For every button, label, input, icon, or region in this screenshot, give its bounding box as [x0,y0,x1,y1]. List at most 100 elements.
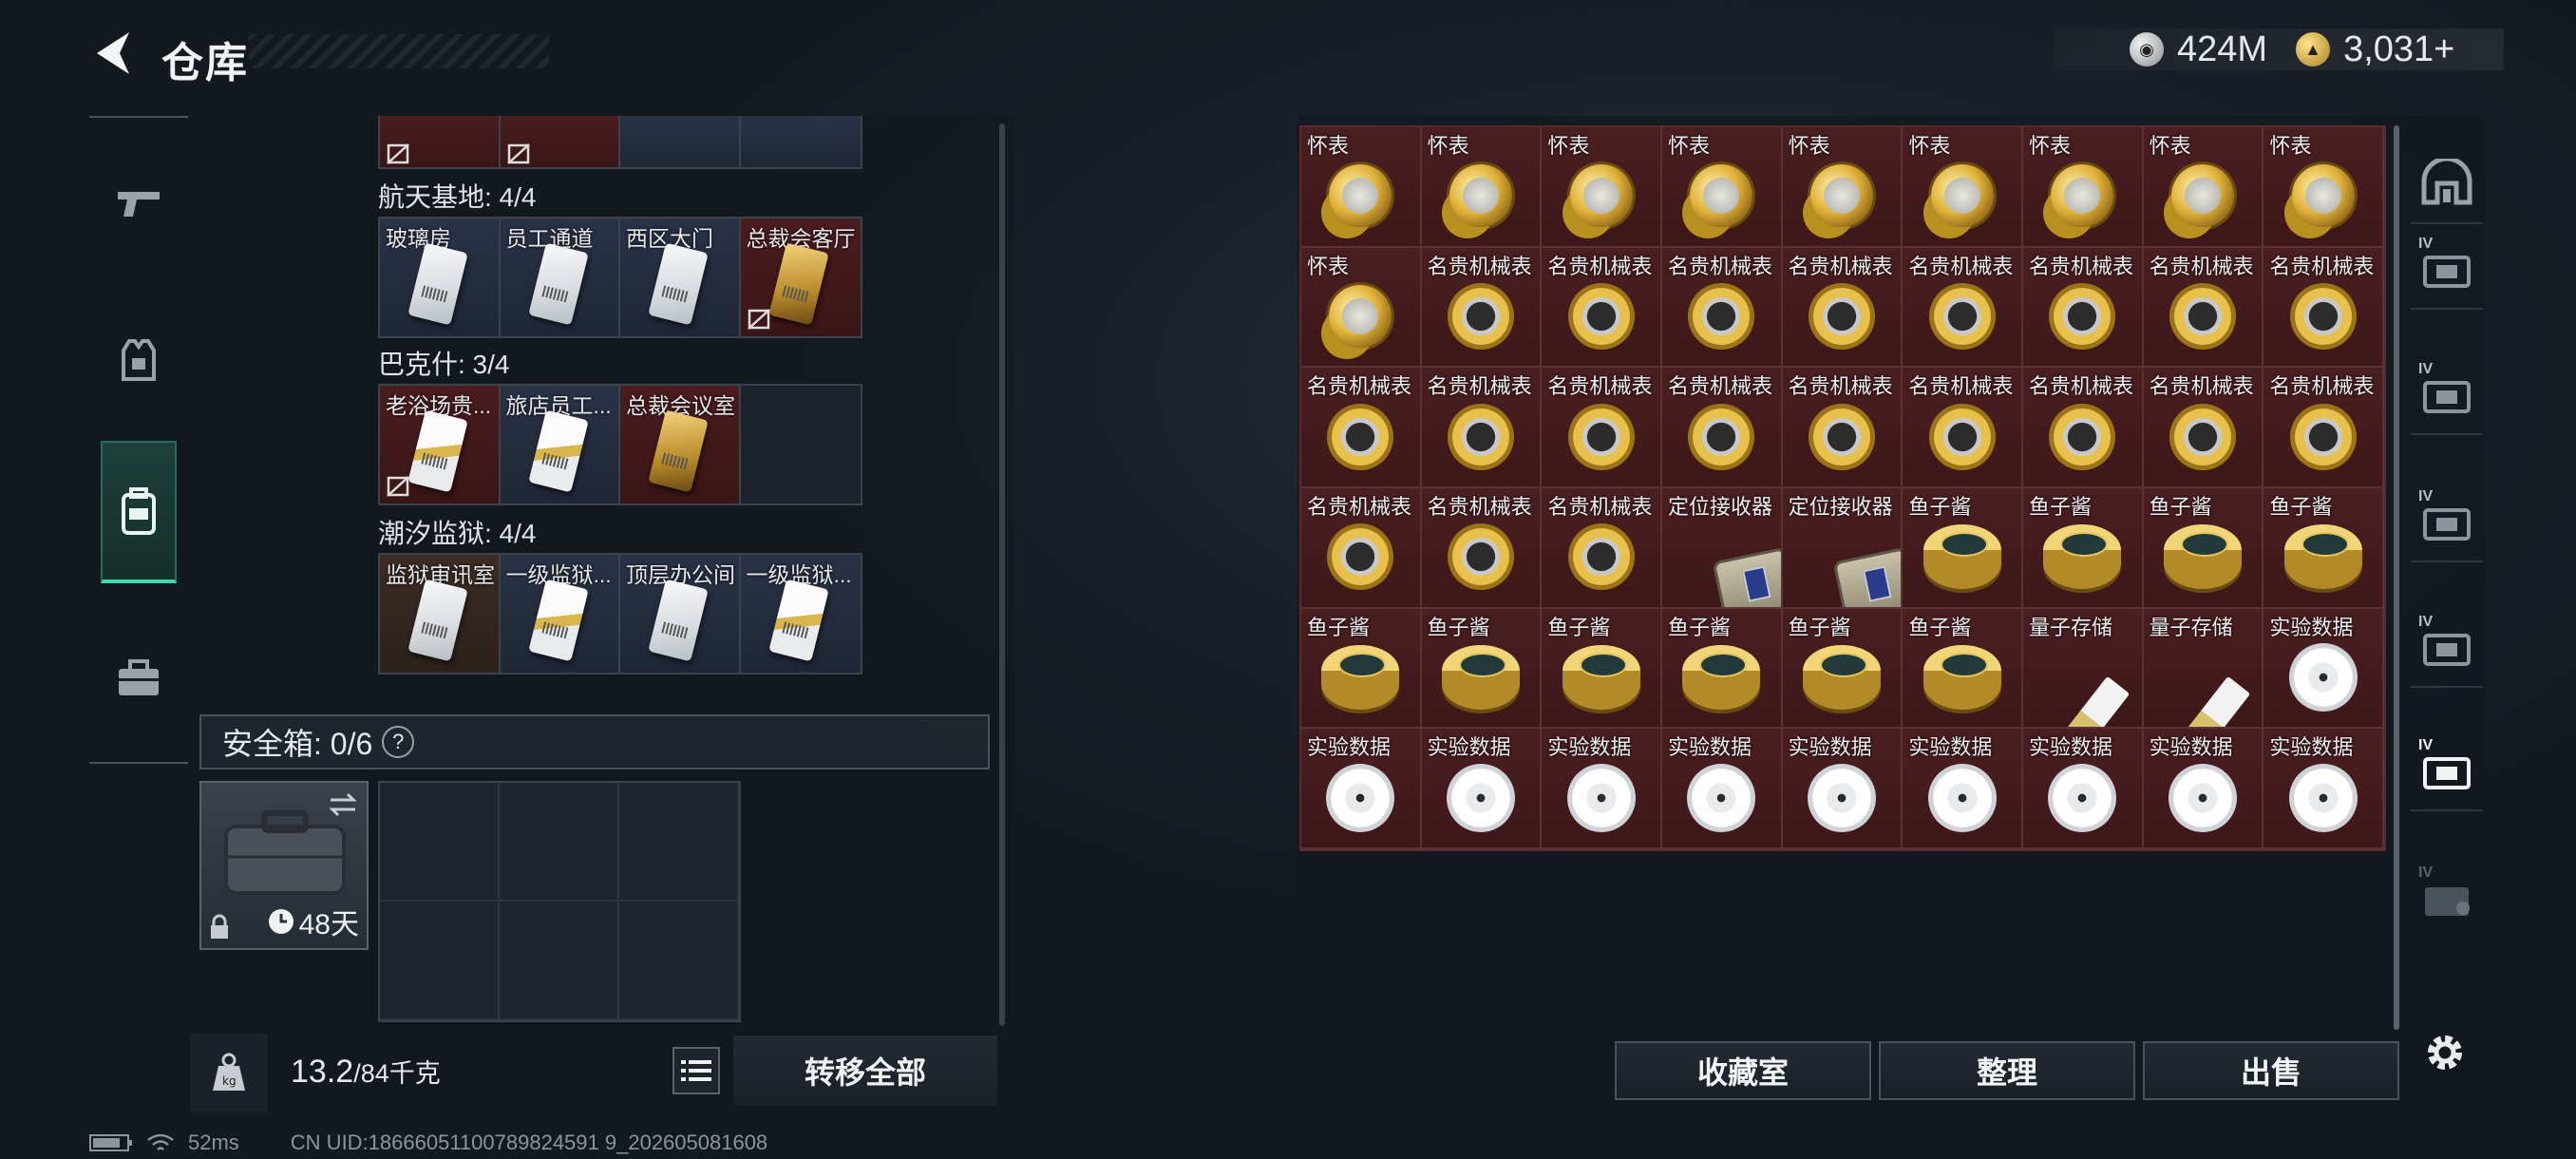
key-card-cell[interactable]: 旅店员工... [500,386,620,504]
swap-icon[interactable] [327,790,359,819]
storage-item-cell[interactable]: 怀表 [1903,127,2023,248]
key-card-cell[interactable]: 西区大门 [620,218,741,336]
key-card-cell[interactable]: 一级监狱... [500,555,620,673]
storage-item-cell[interactable]: 名贵机械表 [2143,368,2264,488]
transfer-all-button[interactable]: 转移全部 [733,1036,997,1106]
storage-item-cell[interactable]: 名贵机械表 [1301,368,1422,488]
storage-item-cell[interactable]: 定位接收器 [1661,487,1783,609]
storage-tab-2[interactable]: IV [2411,353,2483,435]
storage-item-cell[interactable]: 怀表 [1782,127,1904,248]
storage-item-cell[interactable]: 实验数据 [1903,729,2023,849]
storage-item-cell[interactable]: 鱼子酱 [1782,608,1904,730]
storage-item-cell[interactable]: 鱼子酱 [1903,487,2023,609]
storage-item-cell[interactable]: 鱼子酱 [2143,487,2264,609]
storage-tab-home[interactable] [2411,142,2483,224]
storage-item-cell[interactable]: 名贵机械表 [1661,368,1783,488]
key-card-cell[interactable] [500,116,620,167]
storage-item-cell[interactable]: 鱼子酱 [1542,608,1662,730]
storage-tab-5[interactable]: IV [2411,730,2483,811]
storage-item-cell[interactable]: 名贵机械表 [1421,487,1543,609]
storage-item-cell[interactable]: 名贵机械表 [1421,368,1543,488]
nav-backpack[interactable] [101,441,177,583]
safe-slot[interactable] [500,783,619,902]
storage-item-cell[interactable]: 实验数据 [1661,729,1783,849]
key-card-cell[interactable]: 员工通道 [500,218,620,336]
storage-item-cell[interactable]: 名贵机械表 [1542,368,1662,488]
key-card-cell[interactable]: 总裁会议室 [620,386,741,504]
key-card-cell[interactable]: 玻璃房 [380,218,501,336]
storage-item-cell[interactable]: 实验数据 [1421,729,1543,849]
storage-item-cell[interactable]: 实验数据 [1782,729,1904,849]
storage-item-cell[interactable]: 名贵机械表 [2022,247,2144,369]
key-card-cell[interactable] [740,116,861,167]
storage-item-cell[interactable]: 实验数据 [1542,729,1662,849]
storage-tab-3[interactable]: IV [2411,481,2483,562]
storage-scrollbar[interactable] [2394,125,2399,1030]
storage-item-cell[interactable]: 鱼子酱 [1301,608,1422,730]
storage-item-cell[interactable]: 鱼子酱 [1421,608,1543,730]
storage-item-cell[interactable]: 名贵机械表 [1782,368,1904,488]
safe-slot[interactable] [380,783,500,902]
key-card-cell[interactable] [620,116,741,167]
collection-room-button[interactable]: 收藏室 [1615,1041,1871,1100]
nav-toolbox[interactable] [101,631,177,726]
storage-item-cell[interactable]: 怀表 [1542,127,1662,248]
storage-item-cell[interactable]: 实验数据 [2263,608,2384,730]
safe-slot[interactable] [619,783,739,902]
storage-item-cell[interactable]: 怀表 [1661,127,1783,248]
storage-item-cell[interactable]: 名贵机械表 [2263,247,2384,369]
storage-item-cell[interactable]: 名贵机械表 [1421,247,1543,369]
storage-item-cell[interactable]: 怀表 [1421,127,1543,248]
storage-item-cell[interactable]: 实验数据 [1301,729,1422,849]
key-card-cell[interactable]: 老浴场贵... [380,386,501,504]
storage-item-cell[interactable]: 量子存储 [2143,608,2264,730]
storage-item-cell[interactable]: 实验数据 [2263,729,2384,849]
storage-item-cell[interactable]: 名贵机械表 [1782,247,1904,369]
storage-item-cell[interactable]: 定位接收器 [1782,487,1904,609]
storage-item-cell[interactable]: 鱼子酱 [1903,608,2023,730]
back-button[interactable] [85,27,142,80]
storage-item-cell[interactable]: 名贵机械表 [1903,368,2023,488]
storage-item-cell[interactable]: 鱼子酱 [2263,487,2384,609]
storage-tab-4[interactable]: IV [2411,606,2483,688]
key-card-cell[interactable] [380,116,501,167]
storage-item-cell[interactable]: 名贵机械表 [1542,247,1662,369]
settings-button[interactable] [2416,1024,2473,1081]
storage-item-cell[interactable]: 鱼子酱 [2022,487,2144,609]
storage-item-cell[interactable]: 鱼子酱 [1661,608,1783,730]
storage-item-cell[interactable]: 名贵机械表 [1661,247,1783,369]
storage-item-cell[interactable]: 怀表 [2022,127,2144,248]
storage-item-cell[interactable]: 量子存储 [2022,608,2144,730]
list-view-button[interactable] [672,1047,720,1094]
storage-item-cell[interactable]: 名贵机械表 [2263,368,2384,488]
sell-button[interactable]: 出售 [2143,1041,2399,1100]
storage-item-cell[interactable]: 怀表 [1301,127,1422,248]
storage-item-cell[interactable]: 怀表 [2263,127,2384,248]
storage-item-cell[interactable]: 名贵机械表 [2022,368,2144,488]
organize-button[interactable]: 整理 [1879,1041,2135,1100]
storage-item-cell[interactable]: 怀表 [2143,127,2264,248]
key-card-cell[interactable]: 监狱审讯室 [380,555,501,673]
key-card-cell[interactable]: 总裁会客厅 [740,218,861,336]
safe-slot[interactable] [619,902,739,1020]
key-card-cell[interactable]: 顶层办公间 [620,555,741,673]
safe-box-case[interactable]: 48天 [199,781,369,950]
nav-armor[interactable] [101,314,177,408]
storage-item-cell[interactable]: 名贵机械表 [1903,247,2023,369]
storage-tab-6[interactable]: IV [2411,857,2483,939]
storage-item-cell[interactable]: 实验数据 [2022,729,2144,849]
safe-slot[interactable] [500,902,619,1020]
storage-item-cell[interactable]: 名贵机械表 [1542,487,1662,609]
backpack-scrollbar[interactable] [999,124,1005,1026]
storage-tab-1[interactable]: IV [2411,228,2483,310]
key-card-cell[interactable]: 一级监狱... [740,555,861,673]
key-card-empty-slot[interactable] [740,386,861,504]
storage-item-cell[interactable]: 名贵机械表 [2143,247,2264,369]
storage-item-cell[interactable]: 实验数据 [2143,729,2264,849]
storage-item-cell[interactable]: 名贵机械表 [1301,487,1422,609]
help-button[interactable]: ? [382,726,415,758]
nav-weapon[interactable] [101,156,177,251]
safe-slot[interactable] [380,902,500,1020]
storage-item-cell[interactable]: 怀表 [1301,247,1422,369]
keycard-icon [648,409,709,493]
